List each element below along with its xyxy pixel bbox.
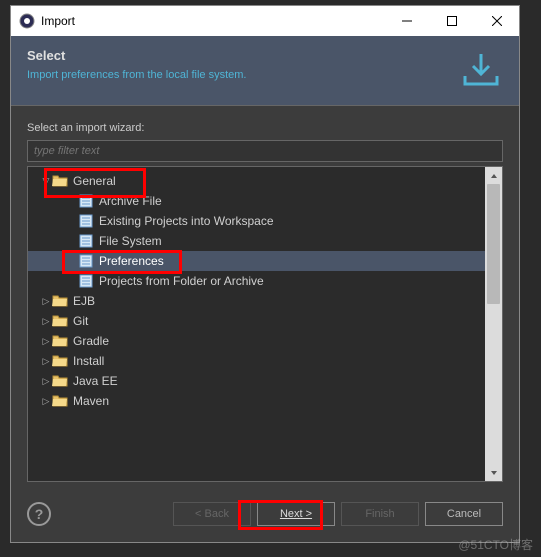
tree-container: ▽ General Archive File Existing Projects in… <box>27 166 503 482</box>
maximize-button[interactable] <box>429 6 474 36</box>
scroll-thumb[interactable] <box>487 184 500 304</box>
scroll-up-button[interactable] <box>485 167 502 184</box>
wizard-title: Select <box>27 48 449 63</box>
tree-item-label: Preferences <box>99 254 164 268</box>
titlebar: Import <box>11 6 519 36</box>
finish-button[interactable]: Finish <box>341 502 419 526</box>
tree-item[interactable]: File System <box>28 231 485 251</box>
expand-toggle[interactable]: ▷ <box>40 356 52 367</box>
scroll-down-button[interactable] <box>485 464 502 481</box>
import-dialog: Import Select Import preferences from th… <box>10 5 520 543</box>
tree-folder[interactable]: ▽ General <box>28 171 485 191</box>
tree-item-label: Maven <box>73 394 109 408</box>
tree-item-label: Install <box>73 354 104 368</box>
tree-item[interactable]: Archive File <box>28 191 485 211</box>
tree-folder[interactable]: ▷ EJB <box>28 291 485 311</box>
window-title: Import <box>41 14 384 28</box>
folder-icon <box>52 314 68 328</box>
file-icon <box>78 194 94 208</box>
wizard-header: Select Import preferences from the local… <box>11 36 519 106</box>
file-icon <box>78 234 94 248</box>
tree-item-label: Projects from Folder or Archive <box>99 274 264 288</box>
folder-icon <box>52 354 68 368</box>
expand-toggle[interactable]: ▷ <box>40 376 52 387</box>
tree-folder[interactable]: ▷ Git <box>28 311 485 331</box>
import-icon <box>459 48 503 93</box>
folder-icon <box>52 174 68 188</box>
wizard-body: Select an import wizard: ▽ General Archive… <box>11 106 519 498</box>
tree-item-label: General <box>73 174 116 188</box>
folder-icon <box>52 374 68 388</box>
file-icon <box>78 214 94 228</box>
tree-item[interactable]: Existing Projects into Workspace <box>28 211 485 231</box>
app-icon <box>19 13 35 29</box>
tree-item-label: Archive File <box>99 194 162 208</box>
tree-item-label: File System <box>99 234 162 248</box>
filter-input[interactable] <box>27 140 503 162</box>
help-button[interactable]: ? <box>27 502 51 526</box>
back-button[interactable]: < Back <box>173 502 251 526</box>
tree-item-label: Java EE <box>73 374 118 388</box>
tree-folder[interactable]: ▷ Maven <box>28 391 485 411</box>
wizard-description: Import preferences from the local file s… <box>27 69 449 81</box>
tree-item[interactable]: Preferences <box>28 251 485 271</box>
tree-item-label: EJB <box>73 294 95 308</box>
wizard-tree[interactable]: ▽ General Archive File Existing Projects in… <box>28 167 485 481</box>
wizard-prompt: Select an import wizard: <box>27 122 503 134</box>
vertical-scrollbar[interactable] <box>485 167 502 481</box>
file-icon <box>78 274 94 288</box>
expand-toggle[interactable]: ▷ <box>40 396 52 407</box>
folder-icon <box>52 394 68 408</box>
folder-icon <box>52 294 68 308</box>
expand-toggle[interactable]: ▽ <box>40 176 52 187</box>
close-button[interactable] <box>474 6 519 36</box>
tree-item-label: Existing Projects into Workspace <box>99 214 274 228</box>
watermark: @51CTO博客 <box>458 536 533 553</box>
next-button[interactable]: Next > <box>257 502 335 526</box>
minimize-button[interactable] <box>384 6 429 36</box>
expand-toggle[interactable]: ▷ <box>40 316 52 327</box>
tree-folder[interactable]: ▷ Gradle <box>28 331 485 351</box>
tree-folder[interactable]: ▷ Install <box>28 351 485 371</box>
wizard-footer: ? < Back Next > Finish Cancel <box>11 498 519 542</box>
tree-item[interactable]: Projects from Folder or Archive <box>28 271 485 291</box>
file-icon <box>78 254 94 268</box>
cancel-button[interactable]: Cancel <box>425 502 503 526</box>
tree-item-label: Git <box>73 314 88 328</box>
expand-toggle[interactable]: ▷ <box>40 296 52 307</box>
tree-folder[interactable]: ▷ Java EE <box>28 371 485 391</box>
tree-item-label: Gradle <box>73 334 109 348</box>
expand-toggle[interactable]: ▷ <box>40 336 52 347</box>
folder-icon <box>52 334 68 348</box>
